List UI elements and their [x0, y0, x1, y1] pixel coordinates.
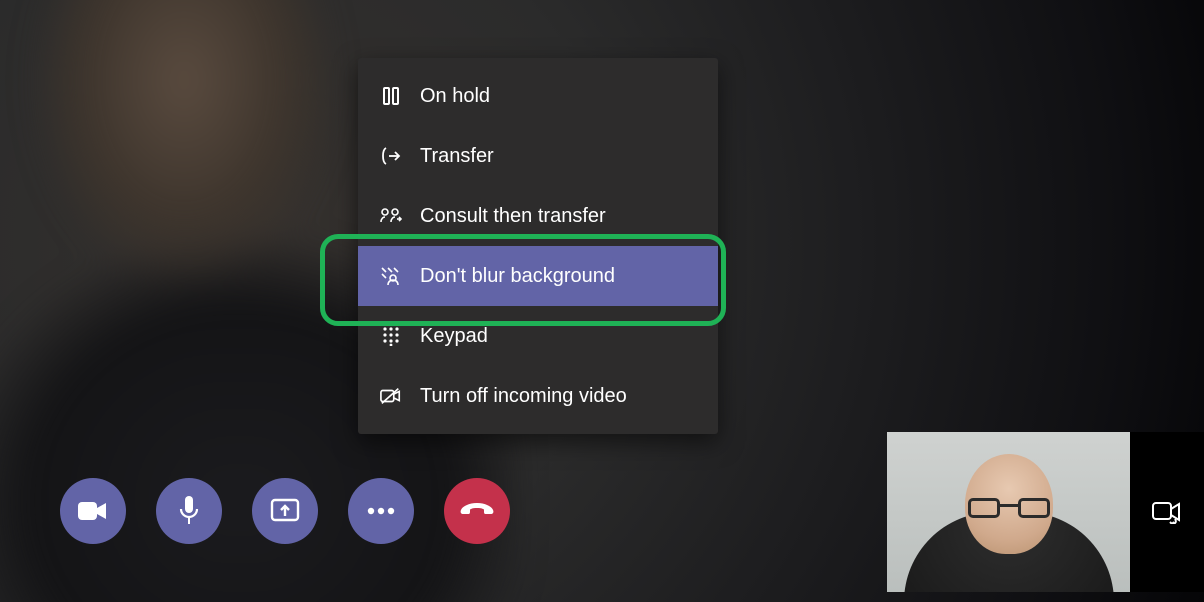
- menu-item-dont-blur-background[interactable]: Don't blur background: [358, 246, 718, 306]
- switch-camera-button[interactable]: [1130, 432, 1204, 592]
- consult-transfer-icon: [380, 207, 402, 225]
- self-view-pip[interactable]: [887, 432, 1130, 592]
- keypad-icon: [380, 326, 402, 346]
- pause-icon: [380, 87, 402, 105]
- menu-item-label: Transfer: [420, 145, 494, 168]
- unblur-background-icon: [380, 266, 402, 286]
- mic-button[interactable]: [156, 478, 222, 544]
- hang-up-button[interactable]: [444, 478, 510, 544]
- camera-button[interactable]: [60, 478, 126, 544]
- menu-item-turn-off-incoming-video[interactable]: Turn off incoming video: [358, 366, 718, 426]
- menu-item-label: Consult then transfer: [420, 205, 606, 228]
- more-actions-button[interactable]: [348, 478, 414, 544]
- video-off-icon: [380, 387, 402, 405]
- menu-item-label: Keypad: [420, 325, 488, 348]
- menu-item-label: On hold: [420, 85, 490, 108]
- menu-item-transfer[interactable]: Transfer: [358, 126, 718, 186]
- menu-item-on-hold[interactable]: On hold: [358, 66, 718, 126]
- more-actions-menu: On hold Transfer Consult then transfer: [358, 58, 718, 434]
- transfer-icon: [380, 147, 402, 165]
- video-call-stage: On hold Transfer Consult then transfer: [0, 0, 1204, 602]
- menu-item-label: Don't blur background: [420, 265, 615, 288]
- menu-item-keypad[interactable]: Keypad: [358, 306, 718, 366]
- call-controls: [60, 478, 510, 544]
- menu-item-consult-transfer[interactable]: Consult then transfer: [358, 186, 718, 246]
- menu-item-label: Turn off incoming video: [420, 385, 627, 408]
- share-screen-button[interactable]: [252, 478, 318, 544]
